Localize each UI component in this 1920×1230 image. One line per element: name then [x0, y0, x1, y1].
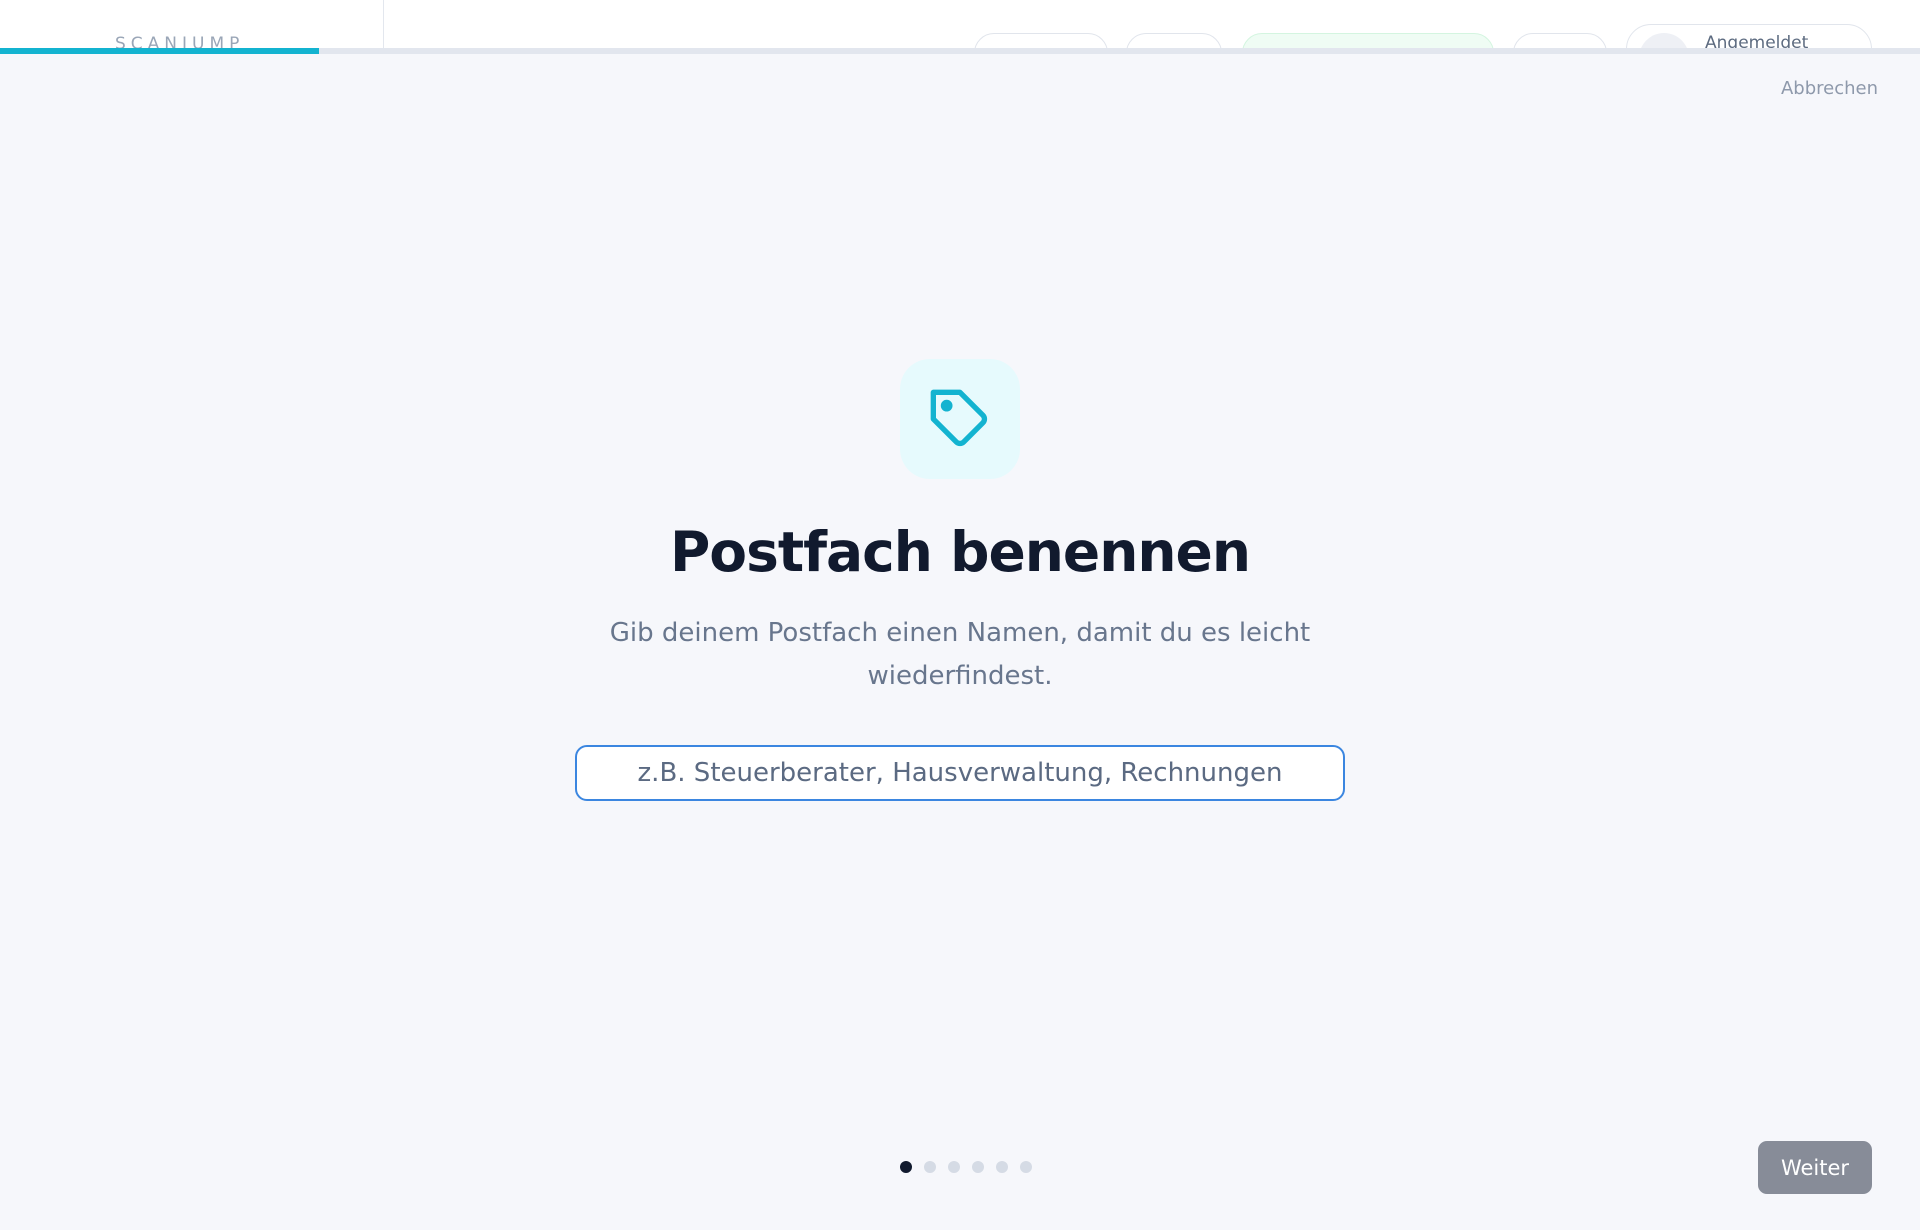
cancel-link[interactable]: Abbrechen: [1781, 78, 1878, 99]
next-button[interactable]: Weiter: [1758, 1141, 1872, 1194]
step-dot: [1020, 1161, 1032, 1173]
page-subtitle: Gib deinem Postfach einen Namen, damit d…: [609, 618, 1311, 691]
step-dot-active: [900, 1161, 912, 1173]
tag-icon: [930, 389, 988, 447]
step-dot: [972, 1161, 984, 1173]
app-header: SCANJUMP Angemeldet: [0, 0, 1920, 54]
step-dot: [948, 1161, 960, 1173]
step-dot: [924, 1161, 936, 1173]
progress-bar: [0, 48, 1920, 54]
progress-fill: [0, 48, 319, 54]
header-divider: [383, 0, 384, 54]
mailbox-name-input[interactable]: [575, 745, 1345, 801]
page-title: Postfach benennen: [670, 520, 1251, 584]
step-dot: [996, 1161, 1008, 1173]
step-indicator: [900, 1161, 1032, 1173]
tag-icon-container: [900, 359, 1020, 479]
